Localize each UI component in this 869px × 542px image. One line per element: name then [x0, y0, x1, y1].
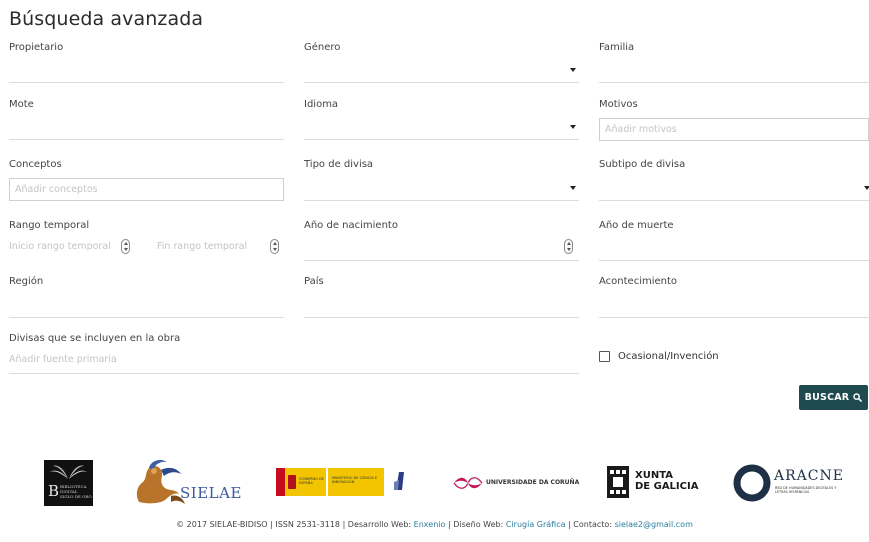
motivos-label: Motivos [599, 99, 638, 110]
pais-label: País [304, 276, 324, 287]
rango-fin-placeholder: Fin rango temporal [157, 241, 248, 252]
conceptos-tag-input[interactable]: Añadir conceptos [9, 178, 284, 201]
tipo-divisa-select[interactable] [304, 200, 579, 201]
familia-input[interactable] [599, 82, 869, 83]
propietario-label: Propietario [9, 42, 64, 53]
udc-text: UNIVERSIDADE DA CORUÑA [486, 479, 580, 486]
biblioteca-digital-logo: B BIBLIOTECA DIGITAL SIGLO DE ORO [44, 460, 93, 506]
rango-fin-spinner-icon[interactable] [270, 239, 279, 254]
motivos-tag-input[interactable]: Añadir motivos [599, 118, 869, 141]
search-button[interactable]: BUSCAR [799, 385, 868, 410]
idioma-chevron-down-icon[interactable] [570, 125, 576, 129]
ocasional-label[interactable]: Ocasional/Invención [618, 351, 719, 362]
tipo-divisa-label: Tipo de divisa [304, 159, 374, 170]
coat-of-arms-icon [288, 475, 296, 489]
genero-chevron-down-icon[interactable] [570, 68, 576, 72]
acontecimiento-label: Acontecimiento [599, 276, 678, 287]
subtipo-divisa-select[interactable] [599, 200, 869, 201]
biblioteca-text: BIBLIOTECA DIGITAL SIGLO DE ORO [60, 484, 92, 499]
tipo-divisa-chevron-down-icon[interactable] [570, 186, 576, 190]
subtipo-divisa-chevron-down-icon[interactable] [864, 186, 869, 190]
anio-muerte-label: Año de muerte [599, 220, 674, 231]
familia-label: Familia [599, 42, 635, 53]
anio-nacimiento-spinner-icon[interactable] [564, 239, 573, 254]
footer-cirugia-link[interactable]: Cirugía Gráfica [506, 520, 566, 529]
region-input[interactable] [9, 317, 284, 318]
rango-fin-input[interactable]: Fin rango temporal [157, 238, 282, 260]
sielae-text: SIELAE [180, 484, 242, 502]
page-title: Búsqueda avanzada [9, 8, 204, 30]
footer-email-link[interactable]: sielae2@gmail.com [615, 520, 693, 529]
idioma-label: Idioma [304, 99, 339, 110]
conceptos-label: Conceptos [9, 159, 62, 170]
xunta-crest-icon [607, 466, 629, 498]
ocasional-checkbox[interactable] [599, 351, 610, 362]
anio-nacimiento-label: Año de nacimiento [304, 220, 398, 231]
subtipo-divisa-label: Subtipo de divisa [599, 159, 686, 170]
aracne-title: ARACNE [774, 468, 844, 484]
rango-inicio-placeholder: Inicio rango temporal [9, 241, 111, 252]
xunta-galicia-logo: XUNTA DE GALICIA [607, 465, 698, 499]
footer-copyright: © 2017 SIELAE-BIDISO | ISSN 2531-3118 | … [176, 520, 414, 529]
region-label: Región [9, 276, 44, 287]
idioma-select[interactable] [304, 139, 579, 140]
biblioteca-initial: B [48, 482, 60, 500]
conceptos-placeholder: Añadir conceptos [15, 184, 98, 195]
udc-emblem-icon [453, 477, 483, 489]
search-icon [853, 393, 863, 402]
universidade-coruna-logo: UNIVERSIDADE DA CORUÑA [453, 472, 579, 494]
sielae-logo: SIELAE [131, 458, 241, 506]
mote-label: Mote [9, 99, 34, 110]
anio-nacimiento-input[interactable] [304, 260, 579, 261]
footer: © 2017 SIELAE-BIDISO | ISSN 2531-3118 | … [0, 520, 869, 529]
genero-label: Género [304, 42, 341, 53]
footer-design-prefix: | Diseño Web: [445, 520, 506, 529]
ministerio-text: MINISTERIO DE CIENCIA E INNOVACIÓN [332, 476, 378, 484]
pais-input[interactable] [304, 317, 579, 318]
mermaid-icon [136, 460, 185, 504]
mote-input[interactable] [9, 139, 284, 140]
aracne-logo: ARACNE RED DE HUMANIDADES DIGITALES Y LE… [733, 462, 843, 504]
anio-muerte-input[interactable] [599, 260, 869, 261]
divisas-obra-placeholder: Añadir fuente primaria [9, 354, 117, 365]
divisas-obra-label: Divisas que se incluyen en la obra [9, 333, 181, 344]
gobierno-text: GOBIERNO DE ESPAÑA [299, 477, 324, 485]
gobierno-espana-logo: GOBIERNO DE ESPAÑA MINISTERIO DE CIENCIA… [276, 468, 386, 496]
search-button-label: BUSCAR [804, 392, 850, 403]
rango-inicio-spinner-icon[interactable] [121, 239, 130, 254]
book-wings-icon [50, 465, 87, 479]
xunta-text: XUNTA DE GALICIA [635, 470, 699, 492]
motivos-placeholder: Añadir motivos [605, 124, 677, 135]
genero-select[interactable] [304, 82, 579, 83]
footer-contact-prefix: | Contacto: [565, 520, 615, 529]
divisas-obra-tag-input[interactable]: Añadir fuente primaria [9, 350, 579, 374]
acontecimiento-input[interactable] [599, 317, 869, 318]
rango-temporal-label: Rango temporal [9, 220, 90, 231]
footer-enxenio-link[interactable]: Enxenio [414, 520, 446, 529]
agencia-logo [394, 472, 404, 490]
propietario-input[interactable] [9, 82, 284, 83]
rango-inicio-input[interactable]: Inicio rango temporal [9, 238, 137, 260]
aracne-subtitle: RED DE HUMANIDADES DIGITALES Y LETRAS HI… [775, 486, 837, 494]
aracne-ring-icon [733, 464, 771, 502]
